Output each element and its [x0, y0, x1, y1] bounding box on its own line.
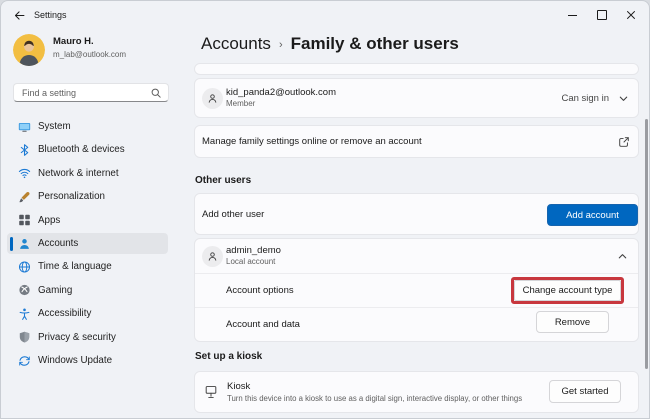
profile-email: m_lab@outlook.com	[53, 50, 126, 60]
titlebar: Settings	[1, 1, 649, 29]
kiosk-row: Kiosk Turn this device into a kiosk to u…	[194, 371, 639, 413]
external-link-icon	[618, 136, 630, 148]
remove-button[interactable]: Remove	[536, 311, 609, 333]
sidebar-item-label: Bluetooth & devices	[38, 138, 125, 161]
sidebar-item-label: Windows Update	[38, 349, 112, 372]
search-box	[13, 83, 169, 102]
sidebar-item-gaming[interactable]: Gaming	[1, 279, 186, 302]
sidebar-item-label: System	[38, 115, 71, 138]
sidebar-item-network-internet[interactable]: Network & internet	[1, 162, 186, 185]
windows-update-icon	[18, 354, 31, 367]
sidebar-item-apps[interactable]: Apps	[1, 209, 186, 232]
chevron-up-icon	[617, 251, 628, 262]
time-language-icon	[18, 261, 31, 274]
accounts-icon	[18, 237, 31, 250]
bluetooth-icon	[18, 144, 31, 157]
account-options-label: Account options	[226, 285, 294, 296]
change-account-type-button[interactable]: Change account type	[514, 280, 621, 301]
sidebar-item-accessibility[interactable]: Accessibility	[1, 302, 186, 325]
settings-window: Settings Mauro H. m_lab@outlook.com	[0, 0, 650, 419]
section-header-other-users: Other users	[195, 175, 251, 187]
arrow-left-icon	[13, 9, 26, 22]
privacy-icon	[18, 331, 31, 344]
system-icon	[18, 120, 31, 133]
search-input[interactable]	[14, 84, 168, 101]
sidebar-item-label: Personalization	[38, 185, 105, 208]
section-header-kiosk: Set up a kiosk	[195, 351, 262, 363]
sidebar-item-accounts[interactable]: Accounts	[1, 232, 186, 255]
person-icon	[202, 246, 223, 267]
apps-icon	[18, 214, 31, 227]
other-user-account-card: admin_demo Local account Account options…	[194, 238, 639, 342]
sidebar-item-time-language[interactable]: Time & language	[1, 255, 186, 278]
account-options-row: Account options Change account type	[195, 274, 638, 307]
kiosk-icon	[204, 385, 218, 400]
scrollbar-thumb[interactable]	[645, 119, 648, 369]
family-member-name: kid_panda2@outlook.com	[226, 87, 336, 98]
page-title: Family & other users	[291, 34, 459, 54]
maximize-button[interactable]	[587, 2, 616, 28]
sidebar-item-label: Accessibility	[38, 302, 91, 325]
profile[interactable]: Mauro H. m_lab@outlook.com	[1, 31, 186, 71]
network-icon	[18, 167, 31, 180]
partially-scrolled-card	[194, 63, 639, 75]
sidebar-nav: System Bluetooth & devices Network & int…	[1, 115, 186, 372]
sidebar-item-label: Time & language	[38, 255, 112, 278]
sidebar-item-system[interactable]: System	[1, 115, 186, 138]
personalization-icon	[18, 190, 31, 203]
sidebar-item-personalization[interactable]: Personalization	[1, 185, 186, 208]
sidebar-item-windows-update[interactable]: Windows Update	[1, 349, 186, 372]
add-account-button[interactable]: Add account	[547, 204, 638, 226]
account-name: admin_demo	[226, 245, 281, 256]
manage-family-label: Manage family settings online or remove …	[202, 136, 422, 147]
selected-indicator	[10, 237, 13, 251]
accessibility-icon	[18, 307, 31, 320]
kiosk-title: Kiosk	[227, 381, 522, 392]
breadcrumb-separator-icon: ›	[279, 39, 283, 51]
account-expander-header[interactable]: admin_demo Local account	[195, 239, 638, 273]
window-controls	[558, 2, 645, 28]
account-and-data-row: Account and data Remove	[195, 308, 638, 341]
breadcrumb: Accounts › Family & other users	[201, 34, 459, 54]
sidebar-item-label: Network & internet	[38, 162, 119, 185]
minimize-icon	[568, 15, 577, 16]
breadcrumb-accounts[interactable]: Accounts	[201, 34, 271, 54]
sidebar-item-bluetooth-devices[interactable]: Bluetooth & devices	[1, 138, 186, 161]
family-member-role: Member	[226, 99, 336, 109]
add-other-user-label: Add other user	[202, 209, 264, 220]
chevron-down-icon	[618, 93, 629, 104]
person-icon	[202, 88, 223, 109]
window-title: Settings	[34, 9, 67, 21]
get-started-button[interactable]: Get started	[549, 380, 621, 403]
profile-name: Mauro H.	[53, 36, 94, 48]
close-icon	[626, 10, 636, 20]
sidebar-item-label: Accounts	[38, 232, 78, 255]
sidebar-item-label: Gaming	[38, 279, 72, 302]
sign-in-status: Can sign in	[561, 93, 609, 104]
manage-family-settings-link[interactable]: Manage family settings online or remove …	[194, 125, 639, 158]
add-other-user-row: Add other user Add account	[194, 193, 639, 235]
search-icon	[150, 87, 162, 99]
account-type-label: Local account	[226, 257, 281, 267]
back-button[interactable]	[9, 6, 29, 24]
red-highlight-annotation: Change account type	[511, 277, 624, 304]
sidebar-item-label: Apps	[38, 209, 60, 232]
sidebar-item-privacy-security[interactable]: Privacy & security	[1, 326, 186, 349]
maximize-icon	[597, 10, 607, 20]
avatar	[13, 34, 45, 66]
gaming-icon	[18, 284, 31, 297]
account-and-data-label: Account and data	[226, 319, 300, 330]
close-button[interactable]	[616, 2, 645, 28]
kiosk-description: Turn this device into a kiosk to use as …	[227, 394, 522, 404]
family-member-row: kid_panda2@outlook.com Member Can sign i…	[194, 78, 639, 118]
sidebar-item-label: Privacy & security	[38, 326, 116, 349]
sign-in-status-dropdown[interactable]: Can sign in	[561, 93, 629, 104]
minimize-button[interactable]	[558, 2, 587, 28]
